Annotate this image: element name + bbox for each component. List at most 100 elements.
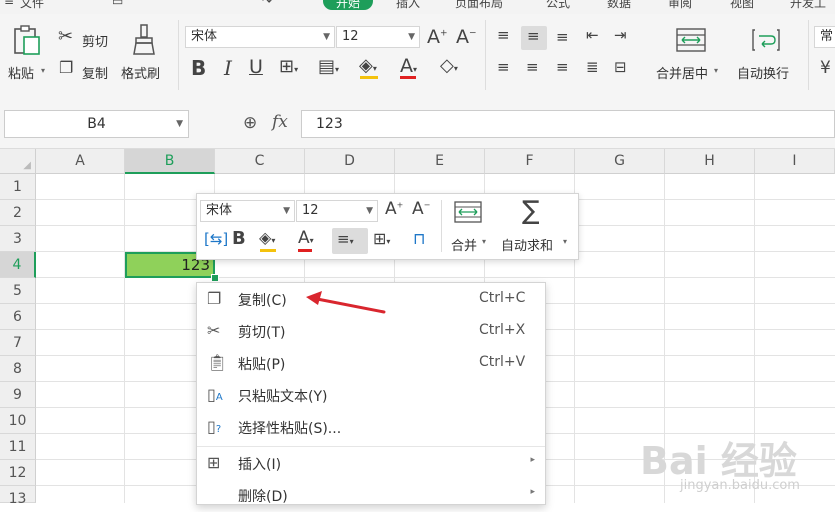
save-icon[interactable]: ▭ [112, 0, 123, 8]
paste-button[interactable]: 粘贴 [8, 63, 34, 82]
row-header-12[interactable]: 12 [0, 460, 36, 486]
font-color-icon[interactable]: A▾ [400, 57, 417, 76]
column-header-c[interactable]: C [215, 149, 305, 174]
row-header-5[interactable]: 5 [0, 278, 36, 304]
tab-developer[interactable]: 开发工 [790, 0, 826, 11]
mini-borders-icon[interactable]: ⊞▾ [373, 231, 390, 247]
mini-increase-font-icon[interactable]: A+ [385, 201, 403, 218]
autosum-sigma-icon[interactable]: ∑ [522, 198, 540, 224]
wrap-text-button[interactable]: 自动换行 [737, 63, 789, 82]
fill-color-icon[interactable]: ◈▾ [359, 57, 377, 75]
align-center-icon[interactable]: ≡ [526, 60, 539, 75]
bold-icon[interactable]: B [191, 58, 206, 78]
borders-icon[interactable]: ⊞▾ [279, 58, 298, 76]
redo-icon[interactable]: ↷ [262, 0, 272, 8]
copy-icon[interactable]: ❐ [59, 60, 73, 76]
column-header-h[interactable]: H [665, 149, 755, 174]
mini-bold-icon[interactable]: B [232, 230, 246, 248]
tab-review[interactable]: 审阅 [668, 0, 692, 11]
row-header-4[interactable]: 4 [0, 252, 36, 278]
increase-font-size-icon[interactable]: A+ [427, 28, 448, 47]
fx-icon[interactable]: fx [272, 112, 288, 132]
align-left-icon[interactable]: ≡ [497, 60, 510, 75]
tab-insert[interactable]: 插入 [396, 0, 420, 11]
mini-merge-button[interactable]: 合并 [451, 235, 477, 254]
formula-input[interactable]: 123 [301, 110, 835, 138]
menu-hamburger-icon[interactable]: ≡ [4, 0, 14, 8]
menu-item-cut[interactable]: ✂ 剪切(T) Ctrl+X [197, 315, 545, 347]
merge-center-icon[interactable] [676, 28, 706, 56]
italic-icon[interactable]: I [224, 58, 232, 78]
wrap-text-icon[interactable] [752, 28, 780, 56]
row-header-8[interactable]: 8 [0, 356, 36, 382]
align-bottom-icon[interactable]: ≡ [556, 30, 569, 45]
menu-item-delete[interactable]: 删除(D) ▸ [197, 479, 545, 505]
row-header-6[interactable]: 6 [0, 304, 36, 330]
tab-data[interactable]: 数据 [607, 0, 631, 11]
format-painter-button[interactable]: 格式刷 [121, 63, 160, 82]
mini-decrease-font-icon[interactable]: A− [412, 201, 430, 218]
decrease-indent-icon[interactable]: ⇤ [586, 28, 599, 43]
column-header-a[interactable]: A [36, 149, 125, 174]
column-header-b[interactable]: B [125, 149, 215, 174]
align-middle-button[interactable]: ≡ [521, 26, 547, 50]
row-header-10[interactable]: 10 [0, 408, 36, 434]
decrease-font-size-icon[interactable]: A− [456, 28, 477, 47]
align-top-icon[interactable]: ≡ [497, 28, 510, 43]
mini-font-color-icon[interactable]: A▾ [298, 230, 314, 247]
merge-dropdown-icon[interactable]: ▾ [714, 66, 718, 75]
menu-file[interactable]: 文件 [20, 0, 44, 11]
scissors-icon[interactable]: ✂ [58, 28, 73, 46]
merge-center-button[interactable]: 合并居中 [656, 63, 708, 82]
justify-icon[interactable]: ≣ [586, 60, 599, 75]
menu-item-paste-special[interactable]: ▯? 选择性粘贴(S)... [197, 411, 545, 443]
cell-style-icon[interactable]: ▤▾ [318, 58, 339, 76]
clear-format-icon[interactable]: ◇▾ [440, 57, 458, 75]
row-header-11[interactable]: 11 [0, 434, 36, 460]
mini-autosum-dropdown-icon[interactable]: ▾ [563, 237, 567, 246]
underline-icon[interactable]: U [249, 58, 263, 77]
cut-button[interactable]: 剪切 [82, 31, 108, 50]
column-header-e[interactable]: E [395, 149, 485, 174]
fill-handle[interactable] [211, 274, 219, 282]
column-header-f[interactable]: F [485, 149, 575, 174]
select-all-corner[interactable]: ◢ [0, 149, 36, 174]
row-header-3[interactable]: 3 [0, 226, 36, 252]
number-format-select[interactable]: 常 [814, 26, 835, 48]
distribute-icon[interactable]: ⊟ [614, 60, 627, 75]
mini-align-button[interactable]: ≡▾ [332, 228, 368, 254]
paste-icon[interactable] [12, 24, 42, 61]
menu-item-paste-text-only[interactable]: ▯A 只粘贴文本(Y) [197, 379, 545, 411]
column-header-i[interactable]: I [755, 149, 835, 174]
copy-button[interactable]: 复制 [82, 63, 108, 82]
row-header-13[interactable]: 13 [0, 486, 36, 507]
mini-merge-icon[interactable] [454, 201, 482, 227]
column-header-g[interactable]: G [575, 149, 665, 174]
format-painter-icon[interactable] [132, 24, 158, 60]
tab-start[interactable]: 开始 [323, 0, 373, 10]
mini-merge-dropdown-icon[interactable]: ▾ [482, 237, 486, 246]
row-header-1[interactable]: 1 [0, 174, 36, 200]
row-header-2[interactable]: 2 [0, 200, 36, 226]
tab-formulas[interactable]: 公式 [546, 0, 570, 11]
menu-item-paste[interactable]: 📋︎ 粘贴(P) Ctrl+V [197, 347, 545, 379]
row-header-7[interactable]: 7 [0, 330, 36, 356]
mini-font-size-select[interactable]: 12 ▼ [296, 200, 378, 222]
currency-icon[interactable]: ¥ [820, 60, 831, 77]
name-box[interactable]: B4 ▼ [4, 110, 189, 138]
align-right-icon[interactable]: ≡ [556, 60, 569, 75]
mini-wrap-icon[interactable]: [⇆] [204, 232, 228, 247]
mini-autosum-button[interactable]: 自动求和 [501, 235, 553, 254]
mini-font-name-select[interactable]: 宋体 ▼ [200, 200, 295, 222]
increase-indent-icon[interactable]: ⇥ [614, 28, 627, 43]
row-header-9[interactable]: 9 [0, 382, 36, 408]
tab-page-layout[interactable]: 页面布局 [455, 0, 503, 11]
mini-format-painter-icon[interactable]: ⊓ [413, 231, 425, 247]
font-name-select[interactable]: 宋体 ▼ [185, 26, 335, 48]
mini-fill-color-icon[interactable]: ◈▾ [259, 230, 275, 246]
menu-item-insert[interactable]: ⊞ 插入(I) ▸ [197, 447, 545, 479]
zoom-search-icon[interactable]: ⊕ [243, 113, 257, 133]
column-header-d[interactable]: D [305, 149, 395, 174]
paste-dropdown-icon[interactable]: ▾ [41, 66, 45, 75]
font-size-select[interactable]: 12 ▼ [336, 26, 420, 48]
